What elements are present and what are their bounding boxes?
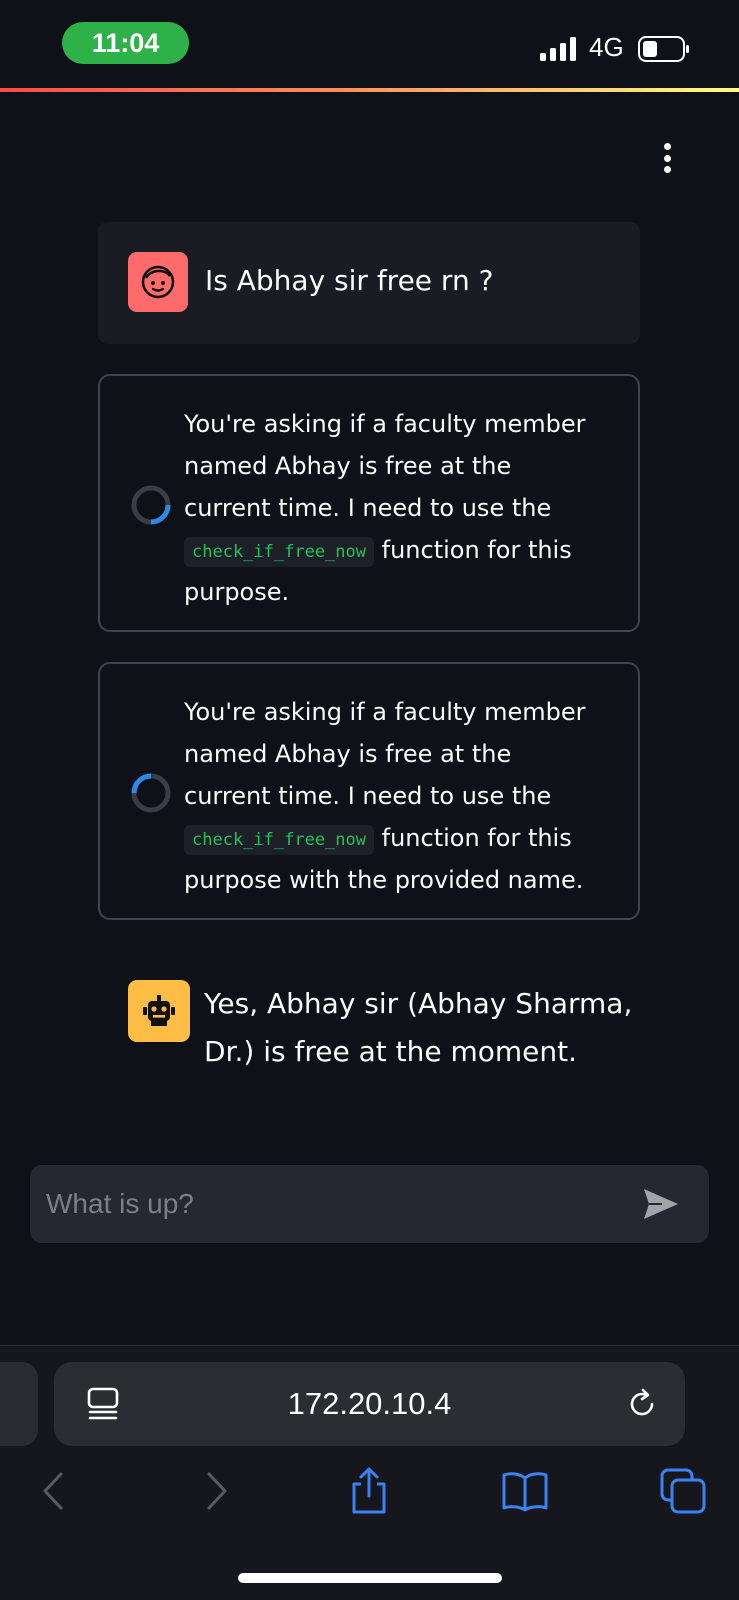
tabs-icon[interactable] <box>658 1466 708 1516</box>
more-dot-icon <box>663 154 671 162</box>
thinking-text: You're asking if a faculty member named … <box>184 410 586 606</box>
more-dot-icon <box>663 143 671 150</box>
battery-icon <box>638 36 689 62</box>
loading-spinner-icon <box>131 485 171 525</box>
chat-input-container <box>30 1165 709 1243</box>
thinking-text: You're asking if a faculty member named … <box>184 698 586 894</box>
main-menu-button[interactable] <box>652 140 682 176</box>
header-decoration <box>0 88 739 92</box>
cellular-signal-icon <box>540 37 576 61</box>
face-icon <box>141 265 175 299</box>
network-type: 4G <box>589 32 624 62</box>
back-icon[interactable] <box>30 1466 80 1516</box>
status-bar: 11:04 4G <box>0 0 739 90</box>
thinking-status-card: You're asking if a faculty member named … <box>98 662 640 920</box>
forward-icon[interactable] <box>190 1466 240 1516</box>
assistant-avatar <box>128 980 190 1042</box>
previous-tab-preview[interactable] <box>0 1362 38 1446</box>
browser-bottom-bar: 172.20.10.4 <box>0 1345 739 1600</box>
robot-icon <box>143 995 175 1026</box>
thinking-status-card: You're asking if a faculty member named … <box>98 374 640 632</box>
function-name-code: check_if_free_now <box>184 537 374 567</box>
more-dot-icon <box>663 166 671 173</box>
address-bar[interactable]: 172.20.10.4 <box>54 1362 685 1446</box>
send-icon[interactable] <box>642 1185 680 1223</box>
status-time: 11:04 <box>62 22 189 64</box>
url-text: 172.20.10.4 <box>287 1386 452 1421</box>
user-message-text: Is Abhay sir free rn ? <box>205 264 494 297</box>
loading-spinner-icon <box>131 773 171 813</box>
reload-icon[interactable] <box>626 1388 658 1420</box>
home-indicator <box>238 1573 502 1583</box>
user-message: Is Abhay sir free rn ? <box>98 222 640 344</box>
browser-toolbar <box>0 1466 739 1526</box>
share-icon[interactable] <box>344 1466 394 1516</box>
bookmarks-icon[interactable] <box>500 1466 550 1516</box>
chat-input[interactable] <box>46 1165 626 1243</box>
user-avatar <box>128 252 188 312</box>
function-name-code: check_if_free_now <box>184 825 374 855</box>
assistant-message-text: Yes, Abhay sir (Abhay Sharma, Dr.) is fr… <box>204 987 633 1068</box>
